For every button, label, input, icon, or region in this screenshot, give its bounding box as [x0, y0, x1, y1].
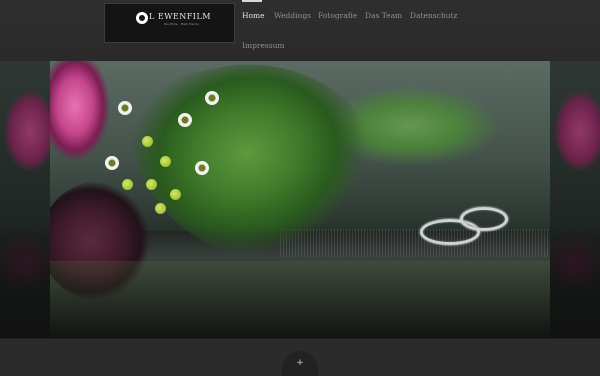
hero-ring: [460, 207, 508, 231]
camera-lens-icon: [136, 12, 148, 24]
hero-reflection: [50, 261, 550, 338]
slider-right-shade: [550, 61, 600, 338]
nav-home[interactable]: Home: [242, 11, 265, 20]
nav-das-team[interactable]: Das Team: [365, 11, 402, 20]
nav-datenschutz[interactable]: Datenschutz: [410, 11, 457, 20]
logo-subtext: Die Filme · Mark Harms: [164, 22, 199, 26]
hero-bud: [122, 179, 133, 190]
site-footer: +: [0, 338, 600, 376]
nav-impressum[interactable]: Impressum: [242, 41, 285, 50]
hero-flower: [118, 101, 132, 115]
hero-bud: [142, 136, 153, 147]
hero-flower: [105, 156, 119, 170]
hero-flower: [195, 161, 209, 175]
logo-text: L EWENFILM: [149, 12, 211, 21]
active-nav-indicator: [242, 0, 262, 2]
hero-bud: [170, 189, 181, 200]
hero-calla-pink: [50, 61, 110, 161]
hero-bud: [160, 156, 171, 167]
hero-bud: [146, 179, 157, 190]
hero-image: [50, 61, 550, 338]
nav-fotografie[interactable]: Fotografie: [318, 11, 357, 20]
hero-bud: [155, 203, 166, 214]
hero-flower: [205, 91, 219, 105]
site-header: L EWENFILM Die Filme · Mark Harms Home W…: [0, 0, 600, 61]
hero-flower: [178, 113, 192, 127]
hero-slider[interactable]: [0, 61, 600, 338]
slider-left-shade: [0, 61, 50, 338]
plus-icon[interactable]: +: [294, 357, 306, 369]
nav-weddings[interactable]: Weddings: [274, 11, 311, 20]
